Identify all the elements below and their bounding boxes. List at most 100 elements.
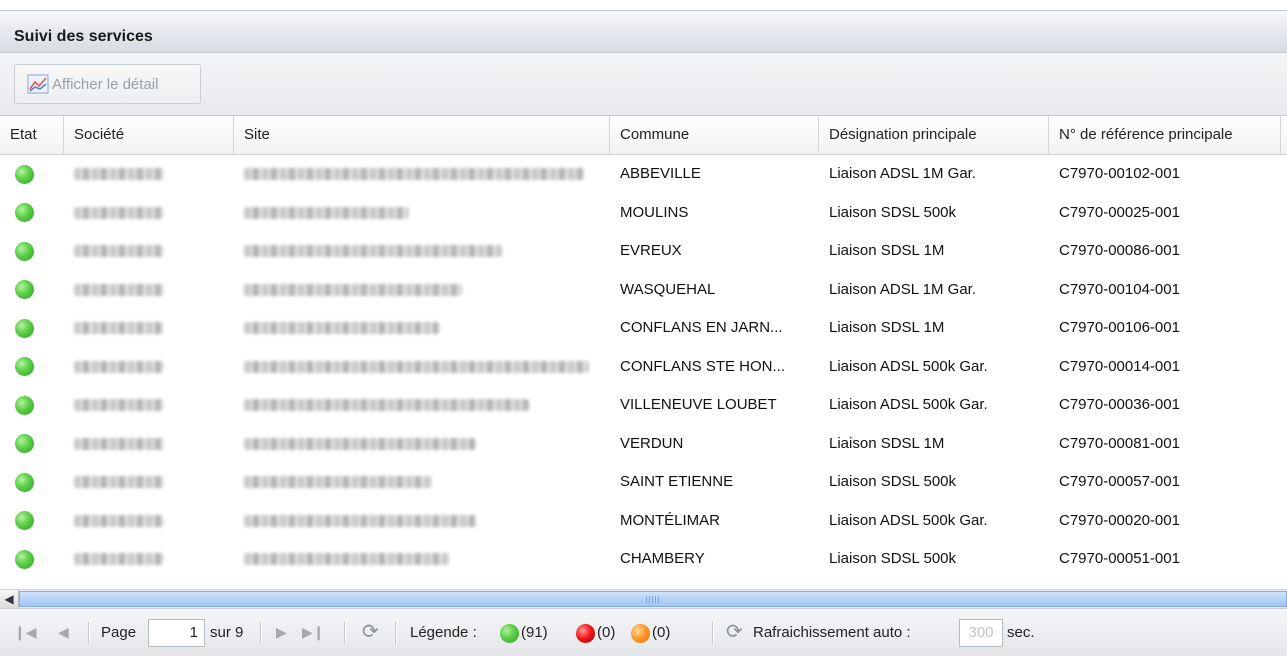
legend-green-icon: [500, 623, 519, 643]
table-row[interactable]: CHAMBERY Liaison SDSL 500k C7970-00051-0…: [0, 540, 1287, 579]
scroll-left-icon[interactable]: ◀: [0, 590, 19, 608]
first-page-icon[interactable]: ❙◀: [14, 609, 37, 656]
status-ok-icon: [15, 434, 34, 454]
status-ok-icon: [15, 549, 34, 569]
status-ok-icon: [15, 164, 34, 184]
show-detail-label: Afficher le détail: [52, 75, 159, 93]
top-border: [0, 0, 1287, 11]
designation-cell: Liaison SDSL 500k: [829, 473, 957, 490]
commune-cell: MOULINS: [620, 203, 689, 221]
table-row[interactable]: CONFLANS STE HON... Liaison ADSL 500k Ga…: [0, 348, 1287, 387]
separator: [712, 622, 714, 644]
legend-red-count: (0): [597, 624, 616, 641]
blurred-site: [244, 514, 476, 527]
column-header-societe[interactable]: Société: [64, 116, 234, 154]
column-header-reference[interactable]: N° de référence principale: [1049, 116, 1281, 154]
reference-cell: C7970-00102-001: [1059, 165, 1180, 182]
reference-cell: C7970-00025-001: [1059, 203, 1180, 221]
column-header-designation[interactable]: Désignation principale: [819, 116, 1049, 154]
reference-cell: C7970-00014-001: [1059, 357, 1180, 375]
blurred-company: [74, 283, 164, 296]
table-row[interactable]: CONFLANS EN JARN... Liaison SDSL 1M C797…: [0, 309, 1287, 348]
grip-icon: [646, 596, 660, 603]
legend-orange-count: (0): [652, 624, 671, 641]
blurred-company: [74, 399, 164, 412]
blurred-company: [74, 476, 164, 489]
toolbar: Afficher le détail: [0, 53, 1287, 116]
designation-cell: Liaison ADSL 1M Gar.: [829, 165, 977, 182]
commune-cell: CHAMBERY: [620, 550, 705, 567]
commune-cell: MONTÉLIMAR: [620, 511, 721, 529]
scrollbar-thumb[interactable]: [19, 591, 1287, 607]
prev-page-icon[interactable]: ◀: [58, 609, 69, 656]
legend-orange-icon: [631, 623, 650, 643]
reference-cell: C7970-00081-001: [1059, 434, 1180, 452]
reference-cell: C7970-00104-001: [1059, 280, 1180, 298]
auto-refresh-label: Rafraichissement auto :: [753, 624, 911, 641]
panel-title: Suivi des services: [14, 28, 153, 45]
chart-icon: [27, 74, 49, 94]
show-detail-button[interactable]: Afficher le détail: [14, 64, 201, 104]
paging-toolbar: ❙◀ ◀ Page 1 sur 9 ▶ ▶❙ ⟳ Légende : (91) …: [0, 608, 1287, 656]
commune-cell: CONFLANS STE HON...: [620, 357, 786, 375]
reference-cell: C7970-00086-001: [1059, 242, 1180, 259]
table-row[interactable]: EVREUX Liaison SDSL 1M C7970-00086-001: [0, 232, 1287, 271]
status-ok-icon: [15, 511, 34, 531]
seconds-label: sec.: [1007, 624, 1035, 641]
page-number-input[interactable]: 1: [148, 619, 205, 647]
legend-label: Légende :: [410, 624, 477, 641]
auto-refresh-icon: ⟳: [726, 621, 743, 643]
blurred-company: [74, 168, 164, 181]
designation-cell: Liaison ADSL 500k Gar.: [829, 357, 988, 375]
table-row[interactable]: VERDUN Liaison SDSL 1M C7970-00081-001: [0, 425, 1287, 464]
blurred-company: [74, 245, 164, 258]
column-header-etat[interactable]: Etat: [0, 116, 64, 154]
table-row[interactable]: MOULINS Liaison SDSL 500k C7970-00025-00…: [0, 194, 1287, 233]
blurred-site: [244, 553, 449, 566]
table-row[interactable]: WASQUEHAL Liaison ADSL 1M Gar. C7970-001…: [0, 271, 1287, 310]
status-ok-icon: [15, 357, 34, 377]
table-row[interactable]: VILLENEUVE LOUBET Liaison ADSL 500k Gar.…: [0, 386, 1287, 425]
table-row[interactable]: MONTÉLIMAR Liaison ADSL 500k Gar. C7970-…: [0, 502, 1287, 541]
blurred-company: [74, 514, 164, 527]
commune-cell: CONFLANS EN JARN...: [620, 319, 783, 336]
commune-cell: SAINT ETIENNE: [620, 473, 734, 490]
reference-cell: C7970-00051-001: [1059, 550, 1180, 567]
designation-cell: Liaison SDSL 1M: [829, 319, 945, 336]
refresh-icon[interactable]: ⟳: [362, 609, 379, 656]
column-header-commune[interactable]: Commune: [610, 116, 819, 154]
blurred-company: [74, 553, 164, 566]
blurred-site: [244, 322, 439, 335]
page-total: sur 9: [210, 624, 244, 641]
blurred-site: [244, 168, 584, 181]
commune-cell: ABBEVILLE: [620, 165, 701, 182]
separator: [344, 622, 346, 644]
designation-cell: Liaison ADSL 1M Gar.: [829, 280, 977, 298]
reference-cell: C7970-00036-001: [1059, 396, 1180, 413]
blurred-site: [244, 360, 589, 373]
status-ok-icon: [15, 203, 34, 223]
separator: [260, 622, 262, 644]
blurred-site: [244, 206, 409, 219]
blurred-site: [244, 245, 502, 258]
commune-cell: EVREUX: [620, 242, 682, 259]
blurred-company: [74, 206, 164, 219]
column-header-site[interactable]: Site: [234, 116, 610, 154]
page-label: Page: [101, 624, 137, 641]
status-ok-icon: [15, 472, 34, 492]
grid-body: ABBEVILLE Liaison ADSL 1M Gar. C7970-001…: [0, 155, 1287, 579]
last-page-icon[interactable]: ▶❙: [302, 609, 325, 656]
horizontal-scrollbar[interactable]: ◀: [0, 589, 1287, 608]
designation-cell: Liaison ADSL 500k Gar.: [829, 396, 988, 413]
table-row[interactable]: SAINT ETIENNE Liaison SDSL 500k C7970-00…: [0, 463, 1287, 502]
separator: [395, 622, 397, 644]
auto-refresh-input[interactable]: 300: [959, 619, 1003, 647]
blurred-site: [244, 283, 462, 296]
status-ok-icon: [15, 241, 34, 261]
legend-green-count: (91): [521, 624, 548, 641]
designation-cell: Liaison SDSL 1M: [829, 242, 945, 259]
next-page-icon[interactable]: ▶: [276, 609, 287, 656]
designation-cell: Liaison SDSL 1M: [829, 434, 945, 452]
separator: [88, 622, 90, 644]
table-row[interactable]: ABBEVILLE Liaison ADSL 1M Gar. C7970-001…: [0, 155, 1287, 194]
